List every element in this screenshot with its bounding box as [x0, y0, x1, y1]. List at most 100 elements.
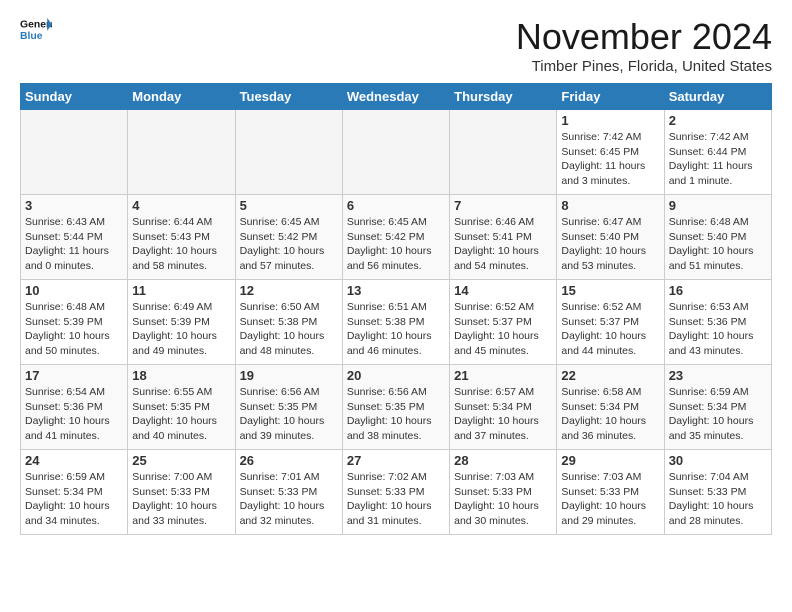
daylight: Daylight: 10 hours and 34 minutes.: [25, 499, 123, 528]
calendar-cell: 30 Sunrise: 7:04 AMSunset: 5:33 PMDayligh…: [664, 450, 771, 535]
calendar-cell: 5 Sunrise: 6:45 AMSunset: 5:42 PMDaylight…: [235, 195, 342, 280]
sunset: Sunset: 5:33 PM: [454, 485, 552, 500]
sunrise: Sunrise: 6:51 AM: [347, 300, 445, 315]
daylight: Daylight: 10 hours and 28 minutes.: [669, 499, 767, 528]
daylight: Daylight: 10 hours and 30 minutes.: [454, 499, 552, 528]
title-block: November 2024 Timber Pines, Florida, Uni…: [516, 16, 772, 75]
day-info: Sunrise: 6:45 AMSunset: 5:42 PMDaylight:…: [347, 215, 445, 274]
day-number: 7: [454, 198, 552, 213]
day-info: Sunrise: 7:42 AMSunset: 6:44 PMDaylight:…: [669, 130, 767, 189]
weekday-header-wednesday: Wednesday: [342, 84, 449, 110]
calendar-cell: [235, 110, 342, 195]
day-number: 26: [240, 453, 338, 468]
calendar-cell: 12Sunrise: 6:50 AMSunset: 5:38 PMDayligh…: [235, 280, 342, 365]
sunrise: Sunrise: 6:43 AM: [25, 215, 123, 230]
calendar-cell: 29Sunrise: 7:03 AMSunset: 5:33 PMDayligh…: [557, 450, 664, 535]
daylight: Daylight: 10 hours and 32 minutes.: [240, 499, 338, 528]
daylight: Daylight: 10 hours and 29 minutes.: [561, 499, 659, 528]
sunset: Sunset: 5:38 PM: [347, 315, 445, 330]
sunrise: Sunrise: 6:59 AM: [25, 470, 123, 485]
day-info: Sunrise: 6:58 AMSunset: 5:34 PMDaylight:…: [561, 385, 659, 444]
weekday-header-saturday: Saturday: [664, 84, 771, 110]
calendar-cell: 3Sunrise: 6:43 AMSunset: 5:44 PMDaylight…: [21, 195, 128, 280]
sunset: Sunset: 5:36 PM: [669, 315, 767, 330]
sunrise: Sunrise: 7:03 AM: [454, 470, 552, 485]
sunrise: Sunrise: 6:45 AM: [347, 215, 445, 230]
daylight: Daylight: 10 hours and 56 minutes.: [347, 244, 445, 273]
sunrise: Sunrise: 7:02 AM: [347, 470, 445, 485]
sunset: Sunset: 5:33 PM: [132, 485, 230, 500]
day-number: 30: [669, 453, 767, 468]
day-info: Sunrise: 7:04 AMSunset: 5:33 PMDaylight:…: [669, 470, 767, 529]
day-info: Sunrise: 6:48 AMSunset: 5:39 PMDaylight:…: [25, 300, 123, 359]
sunrise: Sunrise: 6:56 AM: [240, 385, 338, 400]
daylight: Daylight: 10 hours and 36 minutes.: [561, 414, 659, 443]
daylight: Daylight: 10 hours and 58 minutes.: [132, 244, 230, 273]
sunrise: Sunrise: 6:49 AM: [132, 300, 230, 315]
sunrise: Sunrise: 6:57 AM: [454, 385, 552, 400]
day-info: Sunrise: 6:52 AMSunset: 5:37 PMDaylight:…: [561, 300, 659, 359]
daylight: Daylight: 11 hours and 0 minutes.: [25, 244, 123, 273]
day-number: 14: [454, 283, 552, 298]
calendar-cell: 27Sunrise: 7:02 AMSunset: 5:33 PMDayligh…: [342, 450, 449, 535]
sunset: Sunset: 5:33 PM: [561, 485, 659, 500]
calendar-cell: [128, 110, 235, 195]
day-number: 25: [132, 453, 230, 468]
day-number: 6: [347, 198, 445, 213]
calendar-cell: 23Sunrise: 6:59 AMSunset: 5:34 PMDayligh…: [664, 365, 771, 450]
day-info: Sunrise: 6:54 AMSunset: 5:36 PMDaylight:…: [25, 385, 123, 444]
day-info: Sunrise: 6:46 AMSunset: 5:41 PMDaylight:…: [454, 215, 552, 274]
day-number: 21: [454, 368, 552, 383]
day-number: 9: [669, 198, 767, 213]
daylight: Daylight: 10 hours and 49 minutes.: [132, 329, 230, 358]
day-info: Sunrise: 7:03 AMSunset: 5:33 PMDaylight:…: [454, 470, 552, 529]
day-number: 5: [240, 198, 338, 213]
day-info: Sunrise: 6:47 AMSunset: 5:40 PMDaylight:…: [561, 215, 659, 274]
sunset: Sunset: 5:33 PM: [669, 485, 767, 500]
calendar-cell: 17Sunrise: 6:54 AMSunset: 5:36 PMDayligh…: [21, 365, 128, 450]
weekday-header-sunday: Sunday: [21, 84, 128, 110]
day-info: Sunrise: 6:45 AMSunset: 5:42 PMDaylight:…: [240, 215, 338, 274]
sunrise: Sunrise: 6:52 AM: [454, 300, 552, 315]
day-info: Sunrise: 6:59 AMSunset: 5:34 PMDaylight:…: [669, 385, 767, 444]
day-number: 19: [240, 368, 338, 383]
day-number: 24: [25, 453, 123, 468]
calendar-cell: 11Sunrise: 6:49 AMSunset: 5:39 PMDayligh…: [128, 280, 235, 365]
daylight: Daylight: 10 hours and 41 minutes.: [25, 414, 123, 443]
daylight: Daylight: 10 hours and 38 minutes.: [347, 414, 445, 443]
day-number: 22: [561, 368, 659, 383]
day-number: 28: [454, 453, 552, 468]
sunset: Sunset: 5:34 PM: [669, 400, 767, 415]
calendar-cell: 25Sunrise: 7:00 AMSunset: 5:33 PMDayligh…: [128, 450, 235, 535]
sunset: Sunset: 5:33 PM: [240, 485, 338, 500]
day-number: 15: [561, 283, 659, 298]
daylight: Daylight: 10 hours and 54 minutes.: [454, 244, 552, 273]
calendar-cell: [21, 110, 128, 195]
sunset: Sunset: 5:40 PM: [669, 230, 767, 245]
weekday-header-tuesday: Tuesday: [235, 84, 342, 110]
sunset: Sunset: 5:43 PM: [132, 230, 230, 245]
sunrise: Sunrise: 6:59 AM: [669, 385, 767, 400]
sunrise: Sunrise: 6:53 AM: [669, 300, 767, 315]
sunset: Sunset: 6:45 PM: [561, 145, 659, 160]
day-number: 16: [669, 283, 767, 298]
sunset: Sunset: 5:34 PM: [561, 400, 659, 415]
sunset: Sunset: 5:35 PM: [132, 400, 230, 415]
day-number: 10: [25, 283, 123, 298]
calendar-cell: 26 Sunrise: 7:01 AMSunset: 5:33 PMDayligh…: [235, 450, 342, 535]
sunset: Sunset: 5:34 PM: [25, 485, 123, 500]
weekday-header-thursday: Thursday: [450, 84, 557, 110]
week-row-2: 3Sunrise: 6:43 AMSunset: 5:44 PMDaylight…: [21, 195, 772, 280]
day-info: Sunrise: 7:42 AMSunset: 6:45 PMDaylight:…: [561, 130, 659, 189]
daylight: Daylight: 11 hours and 3 minutes.: [561, 159, 659, 188]
sunset: Sunset: 5:42 PM: [240, 230, 338, 245]
logo: General Blue: [20, 16, 52, 44]
sunset: Sunset: 5:40 PM: [561, 230, 659, 245]
day-info: Sunrise: 7:03 AMSunset: 5:33 PMDaylight:…: [561, 470, 659, 529]
sunrise: Sunrise: 6:56 AM: [347, 385, 445, 400]
sunrise: Sunrise: 6:44 AM: [132, 215, 230, 230]
sunrise: Sunrise: 7:01 AM: [240, 470, 338, 485]
day-number: 18: [132, 368, 230, 383]
calendar-cell: 18Sunrise: 6:55 AMSunset: 5:35 PMDayligh…: [128, 365, 235, 450]
day-info: Sunrise: 6:51 AMSunset: 5:38 PMDaylight:…: [347, 300, 445, 359]
